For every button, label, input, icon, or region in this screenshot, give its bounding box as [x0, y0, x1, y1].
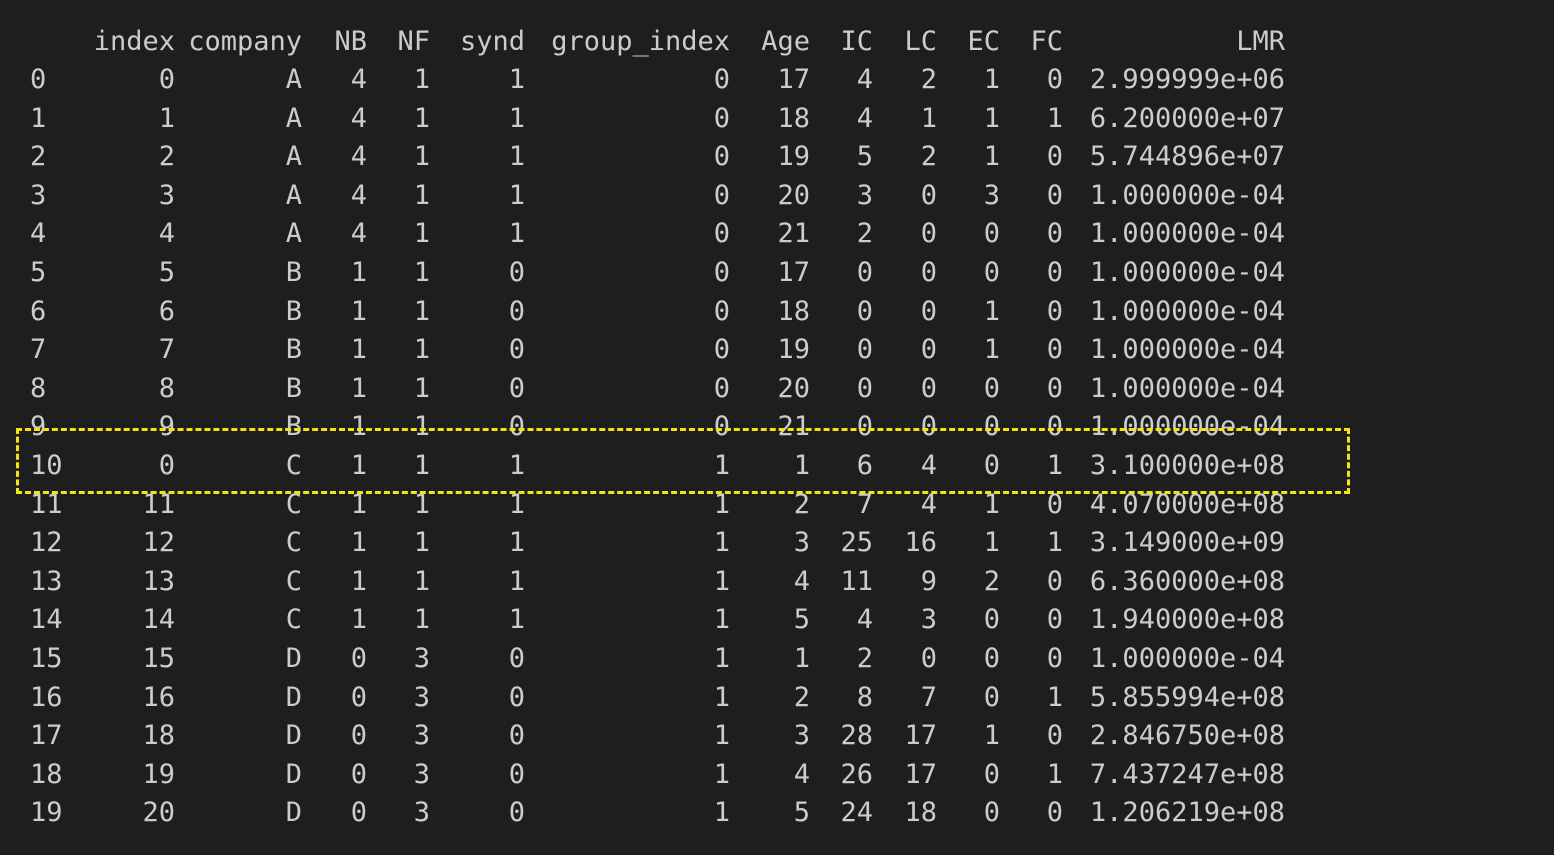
cell-lmr: 1.206219e+08	[1089, 797, 1285, 829]
table-row: 17 18 D 0 3 0 1 3 28 17 1 0 2.846750e+08	[0, 717, 1554, 755]
cell-lmr: 6.200000e+07	[1089, 102, 1285, 134]
table-row: 9 9 B 1 1 0 0 21 0 0 0 0 1.000000e-04	[0, 408, 1554, 446]
table-row: 2 2 A 4 1 1 0 19 5 2 1 0 5.744896e+07	[0, 138, 1554, 176]
table-row: 6 6 B 1 1 0 0 18 0 0 1 0 1.000000e-04	[0, 293, 1554, 331]
table-header: index company NB NF synd group_index Age IC LC EC…	[0, 23, 1554, 61]
terminal-output: index company NB NF synd group_index Age IC LC EC…	[0, 0, 1554, 855]
table-row: 8 8 B 1 1 0 0 20 0 0 0 0 1.000000e-04	[0, 370, 1554, 408]
table-row: 14 14 C 1 1 1 1 5 4 3 0 0 1.940000e+08	[0, 601, 1554, 639]
cell-lmr: 1.000000e-04	[1089, 257, 1285, 288]
table-row: 5 5 B 1 1 0 0 17 0 0 0 0 1.000000e-04	[0, 254, 1554, 292]
cell-lmr: 1.000000e-04	[1089, 179, 1285, 211]
table-row: 15 15 D 0 3 0 1 1 2 0 0 0 1.000000e-04	[0, 640, 1554, 678]
cell-lmr: 2.999999e+06	[1089, 64, 1285, 95]
cell-lmr: 1.000000e-04	[1089, 334, 1285, 366]
cell-lmr: 7.437247e+08	[1089, 758, 1285, 790]
table-row: 19 20 D 0 3 0 1 5 24 18 0 0 1.206219e+08	[0, 794, 1554, 832]
table-row: 10 0 C 1 1 1 1 1 6 4 0 1 3.100000e+08	[0, 447, 1554, 485]
cell-lmr: 5.744896e+07	[1089, 141, 1285, 173]
cell-lmr: 1.000000e-04	[1089, 411, 1285, 443]
table-row: 12 12 C 1 1 1 1 3 25 16 1 1 3.149000e+09	[0, 524, 1554, 562]
column-header-lmr: LMR	[1236, 26, 1285, 57]
table-row: 11 11 C 1 1 1 1 2 7 4 1 0 4.070000e+08	[0, 486, 1554, 524]
table-row: 3 3 A 4 1 1 0 20 3 0 3 0 1.000000e-04	[0, 177, 1554, 215]
table-row: 4 4 A 4 1 1 0 21 2 0 0 0 1.000000e-04	[0, 215, 1554, 253]
cell-lmr: 5.855994e+08	[1089, 681, 1285, 713]
cell-lmr: 2.846750e+08	[1089, 720, 1285, 752]
table-row: 7 7 B 1 1 0 0 19 0 0 1 0 1.000000e-04	[0, 331, 1554, 369]
cell-lmr: 1.000000e-04	[1089, 295, 1285, 327]
cell-lmr: 1.000000e-04	[1089, 643, 1285, 674]
cell-lmr: 3.149000e+09	[1089, 527, 1285, 559]
cell-lmr: 4.070000e+08	[1089, 488, 1285, 520]
table-row: 18 19 D 0 3 0 1 4 26 17 0 1 7.437247e+08	[0, 756, 1554, 794]
table-row: 16 16 D 0 3 0 1 2 8 7 0 1 5.855994e+08	[0, 679, 1554, 717]
table-row: 1 1 A 4 1 1 0 18 4 1 1 1 6.200000e+07	[0, 100, 1554, 138]
cell-lmr: 1.940000e+08	[1089, 604, 1285, 636]
table-row: 0 0 A 4 1 1 0 17 4 2 1 0 2.999999e+06	[0, 61, 1554, 99]
cell-lmr: 1.000000e-04	[1089, 372, 1285, 404]
cell-lmr: 3.100000e+08	[1089, 450, 1285, 481]
table-row: 13 13 C 1 1 1 1 4 11 9 2 0 6.360000e+08	[0, 563, 1554, 601]
cell-lmr: 6.360000e+08	[1089, 565, 1285, 597]
cell-lmr: 1.000000e-04	[1089, 218, 1285, 250]
